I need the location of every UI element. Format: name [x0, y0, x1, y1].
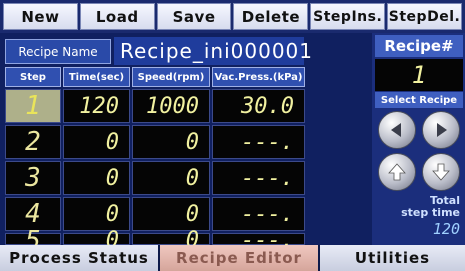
- recipe-editor-panel: Recipe Name Recipe_ini000001 Step Time(s…: [0, 33, 372, 254]
- total-step-time-value: 120: [432, 220, 460, 238]
- time-cell[interactable]: 120: [63, 89, 130, 123]
- header-speed: Speed(rpm): [132, 67, 210, 87]
- recipe-name-label: Recipe Name: [5, 39, 111, 64]
- bottom-tabs: Process Status Recipe Editor Utilities: [0, 245, 465, 271]
- delete-button[interactable]: Delete: [233, 3, 309, 30]
- step-up-button[interactable]: [378, 153, 416, 191]
- header-step: Step: [5, 67, 61, 87]
- vac-press-cell[interactable]: ---.: [212, 161, 305, 195]
- step-down-button[interactable]: [422, 153, 460, 191]
- time-cell[interactable]: 0: [63, 197, 130, 231]
- next-recipe-button[interactable]: [422, 111, 460, 149]
- header-vac-press: Vac.Press.(kPa): [212, 67, 305, 87]
- toolbar: New Load Save Delete StepIns. StepDel.: [0, 0, 465, 33]
- time-cell[interactable]: 0: [63, 125, 130, 159]
- arrow-up-icon: [388, 163, 406, 181]
- vac-press-cell[interactable]: ---.: [212, 197, 305, 231]
- load-button[interactable]: Load: [79, 3, 155, 30]
- vac-press-cell[interactable]: ---.: [212, 125, 305, 159]
- vac-press-cell[interactable]: 30.0: [212, 89, 305, 123]
- total-step-time-label: Total step time: [380, 195, 460, 219]
- speed-cell[interactable]: 0: [132, 230, 210, 252]
- recipe-name-field[interactable]: Recipe_ini000001: [114, 37, 312, 65]
- step-cell[interactable]: 5: [5, 228, 61, 254]
- tab-utilities[interactable]: Utilities: [320, 245, 465, 271]
- select-recipe-label: Select Recipe: [375, 92, 463, 108]
- speed-cell[interactable]: 1000: [132, 89, 210, 123]
- recipe-side-panel: Recipe# 1 Select Recipe Total step time …: [372, 33, 465, 245]
- save-button[interactable]: Save: [156, 3, 232, 30]
- arrow-down-icon: [432, 163, 450, 181]
- speed-cell[interactable]: 0: [132, 125, 210, 159]
- arrow-left-icon: [391, 123, 401, 137]
- tab-process-status[interactable]: Process Status: [0, 245, 160, 271]
- time-cell[interactable]: 0: [63, 230, 130, 252]
- step-cell[interactable]: 3: [5, 161, 61, 195]
- recipe-number-display[interactable]: 1: [375, 59, 463, 91]
- step-insert-button[interactable]: StepIns.: [310, 3, 386, 30]
- arrow-right-icon: [437, 123, 447, 137]
- header-time: Time(sec): [63, 67, 130, 87]
- vac-press-cell[interactable]: ---.: [212, 230, 305, 252]
- total-label-line2: step time: [401, 206, 460, 219]
- step-delete-button[interactable]: StepDel.: [387, 3, 462, 30]
- new-button[interactable]: New: [3, 3, 78, 30]
- speed-cell[interactable]: 0: [132, 197, 210, 231]
- speed-cell[interactable]: 0: [132, 161, 210, 195]
- tab-recipe-editor[interactable]: Recipe Editor: [160, 245, 320, 271]
- previous-recipe-button[interactable]: [378, 111, 416, 149]
- recipe-number-header: Recipe#: [375, 35, 463, 57]
- time-cell[interactable]: 0: [63, 161, 130, 195]
- step-cell[interactable]: 2: [5, 125, 61, 159]
- step-cell[interactable]: 1: [5, 89, 61, 123]
